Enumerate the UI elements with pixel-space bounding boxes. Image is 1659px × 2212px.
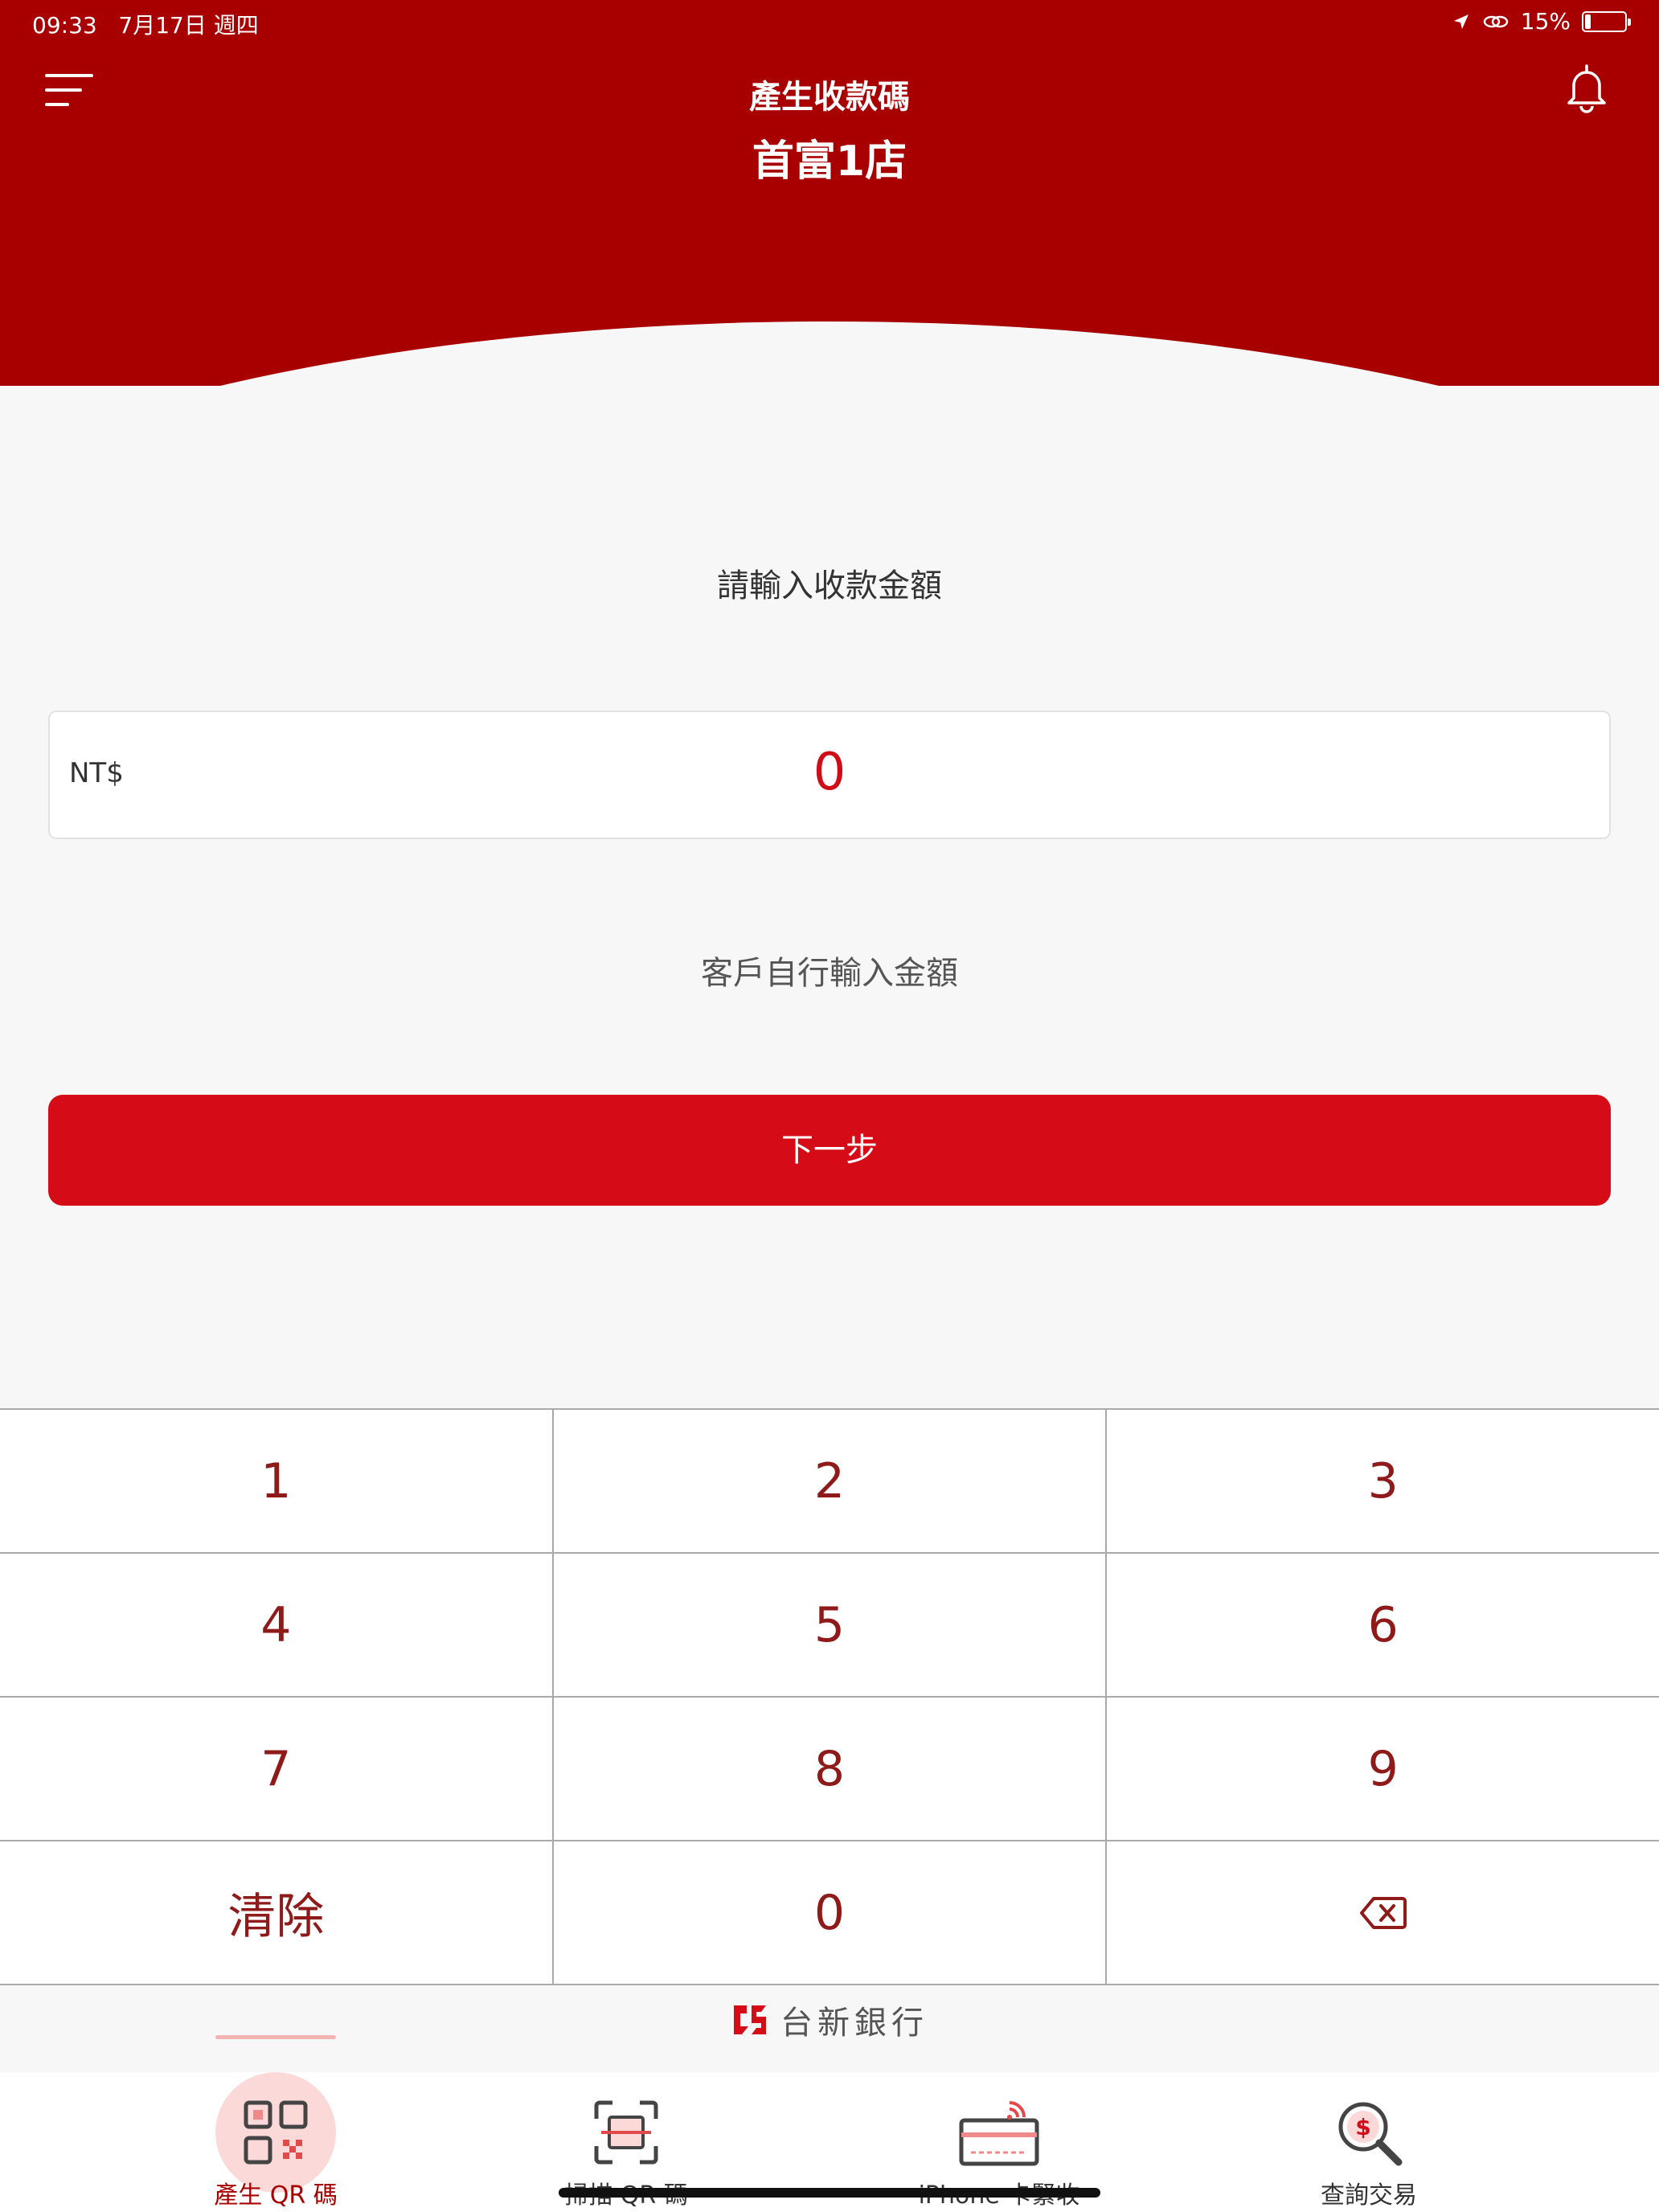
battery-icon xyxy=(1582,10,1631,32)
amount-input[interactable]: NT$ 0 xyxy=(48,711,1611,839)
status-date: 7月17日 週四 xyxy=(118,12,259,39)
key-3[interactable]: 3 xyxy=(1107,1410,1659,1552)
scan-qr-icon xyxy=(594,2100,658,2165)
backspace-icon xyxy=(1359,1896,1407,1929)
numeric-keypad: 1 2 3 4 5 6 7 8 9 清除 0 xyxy=(0,1408,1659,1985)
svg-text:$: $ xyxy=(1355,2114,1370,2140)
tap-card-icon xyxy=(959,2101,1039,2166)
brand-name: 台新銀行 xyxy=(780,2005,928,2042)
store-name: 首富1店 xyxy=(752,137,907,186)
key-2[interactable]: 2 xyxy=(553,1410,1106,1552)
tab-generate-qr[interactable]: 產生 QR 碼 xyxy=(147,2072,404,2212)
next-button[interactable]: 下一步 xyxy=(48,1095,1611,1206)
status-right: 15% xyxy=(1452,8,1631,35)
key-8[interactable]: 8 xyxy=(553,1698,1106,1840)
battery-percent: 15% xyxy=(1520,8,1571,35)
key-4[interactable]: 4 xyxy=(0,1554,552,1696)
key-clear[interactable]: 清除 xyxy=(0,1841,552,1984)
tab-query-transactions[interactable]: $ 查詢交易 xyxy=(1240,2072,1497,2212)
qr-code-icon xyxy=(244,2100,308,2165)
search-dollar-icon: $ xyxy=(1338,2102,1403,2166)
tab-label: 查詢交易 xyxy=(1321,2181,1417,2210)
key-5[interactable]: 5 xyxy=(553,1554,1106,1696)
key-7[interactable]: 7 xyxy=(0,1698,552,1840)
status-bar: 09:33 7月17日 週四 15% xyxy=(0,0,1659,45)
page-title: 產生收款碼 xyxy=(749,79,910,116)
active-tab-indicator xyxy=(215,2035,336,2039)
customer-self-input-link[interactable]: 客戶自行輸入金額 xyxy=(0,947,1659,993)
header xyxy=(0,0,1659,386)
status-time: 09:33 xyxy=(32,12,97,39)
status-left: 09:33 7月17日 週四 xyxy=(32,8,259,40)
header-curve xyxy=(0,322,1659,386)
key-backspace[interactable] xyxy=(1107,1841,1659,1984)
key-6[interactable]: 6 xyxy=(1107,1554,1659,1696)
tab-label: 產生 QR 碼 xyxy=(214,2181,338,2210)
key-9[interactable]: 9 xyxy=(1107,1698,1659,1840)
link-icon xyxy=(1483,15,1509,27)
location-icon xyxy=(1453,14,1469,29)
taishin-logo-icon xyxy=(734,2005,766,2034)
key-0[interactable]: 0 xyxy=(553,1841,1106,1984)
amount-prompt: 請輸入收款金額 xyxy=(717,567,942,604)
battery-fill xyxy=(1585,14,1591,29)
key-1[interactable]: 1 xyxy=(0,1410,552,1552)
amount-value: 0 xyxy=(813,743,846,802)
home-indicator xyxy=(559,2188,1100,2198)
